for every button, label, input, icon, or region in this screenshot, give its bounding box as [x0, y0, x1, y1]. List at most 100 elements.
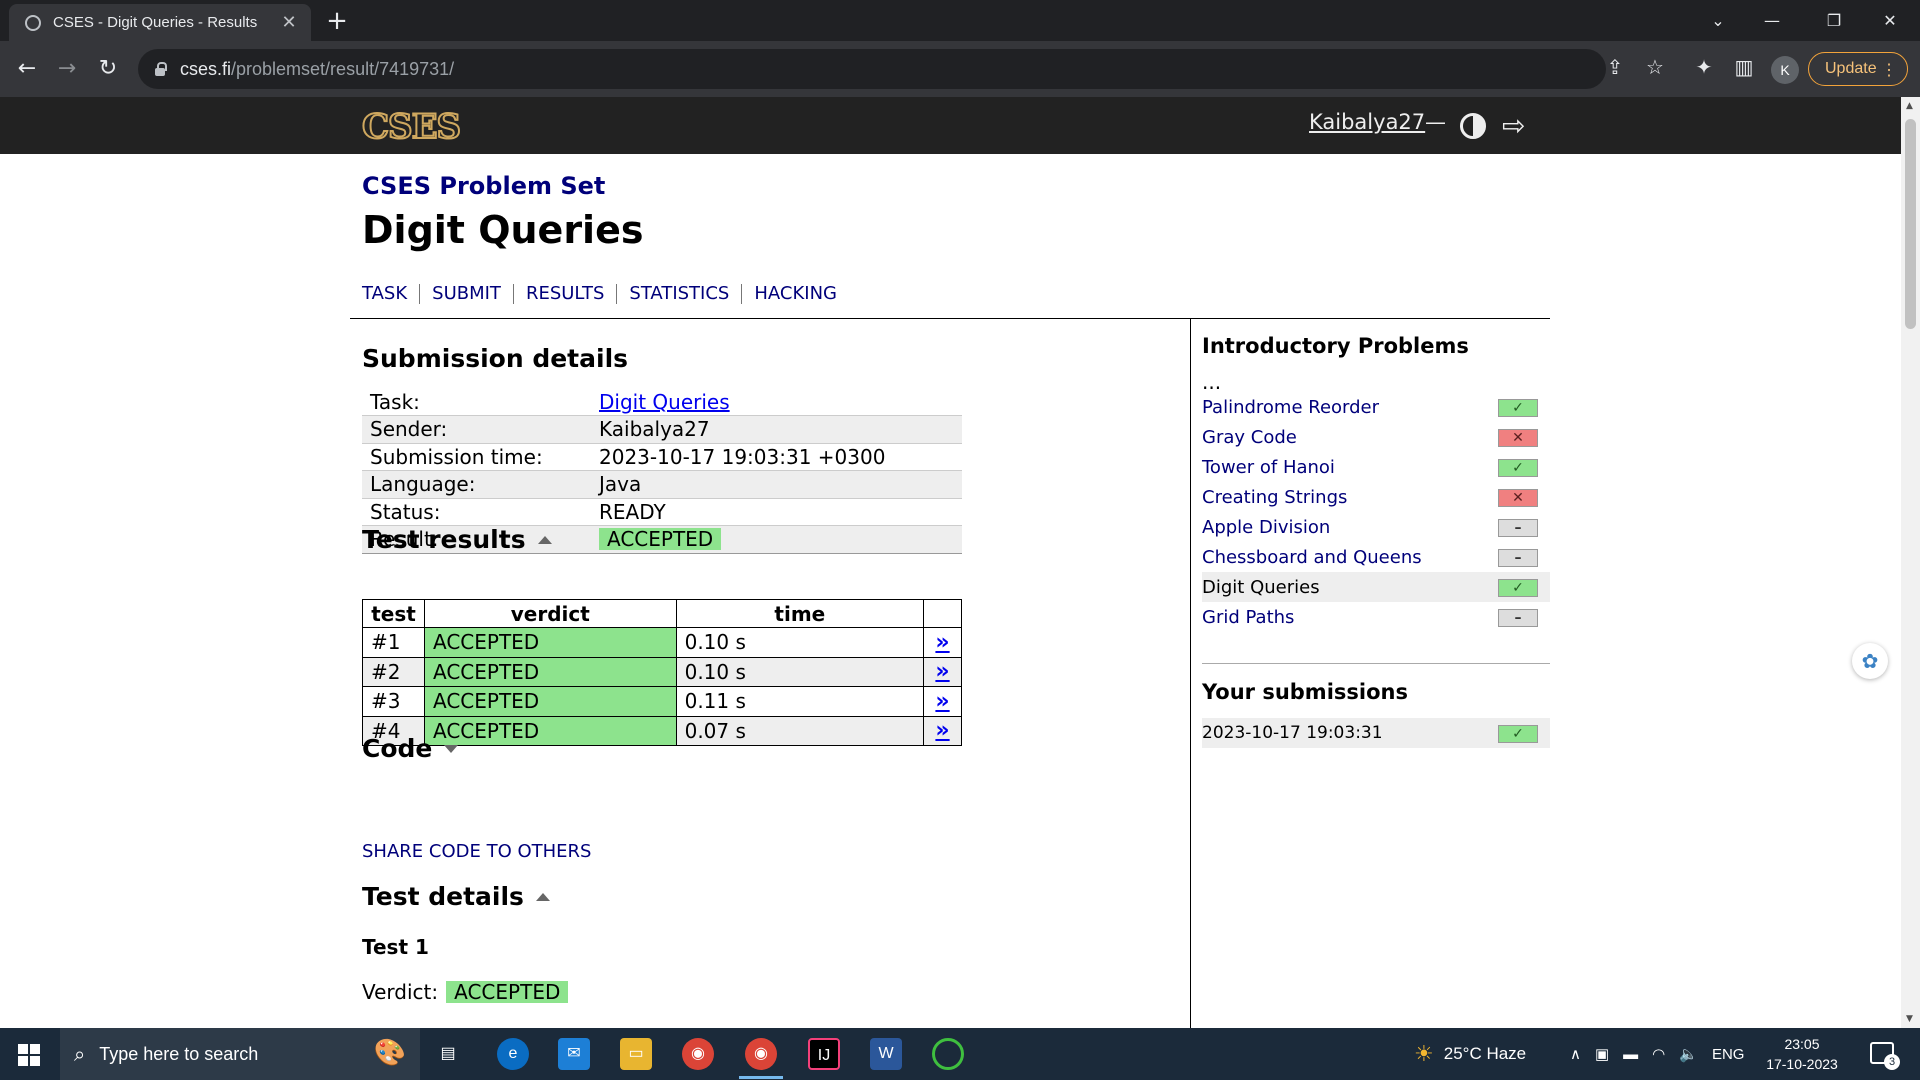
submission-time-link[interactable]: 2023-10-17 19:03:31 — [1202, 723, 1383, 743]
assistant-extension-icon[interactable]: ✿ — [1852, 643, 1888, 679]
site-header: CSES Kaibalya27 — ⇨ — [0, 97, 1901, 154]
word-icon[interactable]: W — [870, 1038, 902, 1070]
windows-start-icon[interactable] — [18, 1044, 40, 1066]
user-profile-link[interactable]: Kaibalya27 — [1309, 110, 1425, 134]
forward-icon[interactable]: → — [52, 54, 82, 84]
wifi-icon[interactable]: ◠ — [1652, 1045, 1665, 1063]
problem-link[interactable]: Palindrome Reorder — [1202, 397, 1379, 418]
scrollbar-thumb[interactable] — [1905, 119, 1916, 329]
side-panel-icon[interactable]: ▥ — [1730, 55, 1758, 79]
task-view-icon[interactable]: ▤ — [432, 1038, 464, 1070]
tab-results[interactable]: RESULTS — [512, 284, 616, 304]
dark-mode-toggle-icon[interactable] — [1460, 113, 1486, 139]
sidebar-section-title: Introductory Problems — [1202, 334, 1469, 358]
test-details-heading-text: Test details — [362, 882, 524, 911]
list-item[interactable]: Apple Division – — [1202, 512, 1550, 542]
submission-list-item[interactable]: 2023-10-17 19:03:31 ✓ — [1202, 718, 1550, 748]
close-window-button[interactable]: ✕ — [1860, 0, 1920, 41]
cses-logo[interactable]: CSES — [361, 109, 462, 145]
restore-button[interactable]: ❐ — [1804, 0, 1864, 41]
problemset-link[interactable]: CSES Problem Set — [362, 172, 605, 200]
list-item[interactable]: Grid Paths – — [1202, 602, 1550, 632]
notification-count: 3 — [1884, 1054, 1900, 1070]
detail-value: Kaibalya27 — [591, 415, 962, 444]
tray-overflow-icon[interactable]: ∧ — [1570, 1045, 1581, 1063]
list-item[interactable]: Palindrome Reorder ✓ — [1202, 392, 1550, 422]
list-item[interactable]: Gray Code ✕ — [1202, 422, 1550, 452]
test-details-link[interactable]: » — [923, 715, 962, 746]
code-toggle[interactable]: Code — [362, 734, 459, 763]
taskbar-clock[interactable]: 23:05 17-10-2023 — [1762, 1034, 1842, 1074]
problem-link[interactable]: Digit Queries — [1202, 577, 1320, 598]
mail-icon[interactable]: ✉ — [558, 1038, 590, 1070]
detail-label: Submission time: — [362, 443, 591, 471]
collapse-caret-icon — [535, 892, 550, 901]
file-explorer-icon[interactable]: ▭ — [620, 1038, 652, 1070]
logout-icon[interactable]: ⇨ — [1502, 109, 1525, 142]
taskbar-search-box[interactable]: ⌕ Type here to search 🎨 — [60, 1028, 420, 1080]
test-results-toggle[interactable]: Test results — [362, 525, 552, 554]
tab-close-icon[interactable]: ✕ — [279, 12, 299, 33]
profile-avatar[interactable]: K — [1771, 56, 1799, 84]
browser-tab-active[interactable]: CSES - Digit Queries - Results ✕ — [9, 4, 311, 41]
detail-label: Status: — [362, 498, 591, 526]
list-item[interactable]: Chessboard and Queens – — [1202, 542, 1550, 572]
tab-statistics[interactable]: STATISTICS — [616, 284, 741, 304]
task-link[interactable]: Digit Queries — [599, 390, 730, 414]
back-icon[interactable]: ← — [12, 54, 42, 84]
test-details-link[interactable]: » — [923, 686, 962, 717]
tab-title: CSES - Digit Queries - Results — [53, 14, 258, 31]
page-scrollbar[interactable]: ▲ ▼ — [1901, 97, 1920, 1028]
scroll-up-icon[interactable]: ▲ — [1906, 101, 1913, 111]
verdict-label: Verdict: — [362, 980, 439, 1004]
chrome-profile-icon[interactable]: ◉ — [745, 1038, 777, 1070]
tab-task[interactable]: TASK — [362, 284, 419, 304]
minimize-button[interactable]: — — [1742, 0, 1802, 41]
list-item-current[interactable]: Digit Queries ✓ — [1202, 572, 1550, 602]
scroll-down-icon[interactable]: ▼ — [1906, 1014, 1913, 1024]
share-code-link[interactable]: SHARE CODE TO OTHERS — [362, 841, 591, 862]
extensions-icon[interactable]: ✦ — [1690, 55, 1718, 79]
tab-submit[interactable]: SUBMIT — [419, 284, 513, 304]
problem-link[interactable]: Apple Division — [1202, 517, 1330, 538]
test-details-link[interactable]: » — [923, 627, 962, 658]
list-item[interactable]: Tower of Hanoi ✓ — [1202, 452, 1550, 482]
chrome-icon[interactable]: ◉ — [682, 1038, 714, 1070]
tab-search-dropdown-icon[interactable]: ⌄ — [1688, 0, 1748, 41]
bookmark-star-icon[interactable]: ☆ — [1641, 55, 1669, 79]
share-icon[interactable]: ⇪ — [1601, 55, 1629, 79]
dash-icon: – — [1498, 549, 1538, 567]
problem-link[interactable]: Creating Strings — [1202, 487, 1347, 508]
lock-icon[interactable] — [154, 62, 167, 76]
intellij-icon[interactable]: IJ — [808, 1038, 840, 1070]
code-heading-text: Code — [362, 734, 433, 763]
table-row: #3 ACCEPTED 0.11 s » — [362, 686, 962, 717]
weather-widget[interactable]: ☀ 25°C Haze — [1414, 1028, 1526, 1080]
cross-icon: ✕ — [1498, 489, 1538, 507]
notifications-icon[interactable]: 3 — [1870, 1042, 1900, 1070]
test-details-toggle[interactable]: Test details — [362, 882, 550, 911]
test-verdict: ACCEPTED — [423, 686, 677, 717]
meet-now-icon[interactable]: ▣ — [1595, 1045, 1609, 1063]
input-language[interactable]: ENG — [1712, 1046, 1745, 1063]
problem-link[interactable]: Chessboard and Queens — [1202, 547, 1422, 568]
test-1-heading: Test 1 — [362, 935, 429, 959]
update-button[interactable]: Update ⋮ — [1808, 52, 1908, 86]
reload-icon[interactable]: ↻ — [93, 54, 123, 84]
test-details-link[interactable]: » — [923, 656, 962, 687]
loading-app-icon[interactable] — [932, 1038, 964, 1070]
volume-icon[interactable]: 🔈 — [1679, 1045, 1698, 1063]
problem-link[interactable]: Tower of Hanoi — [1202, 457, 1335, 478]
new-tab-button[interactable]: + — [322, 6, 352, 36]
detail-label: Language: — [362, 470, 591, 499]
list-item[interactable]: Creating Strings ✕ — [1202, 482, 1550, 512]
address-bar[interactable]: cses.fi /problemset/result/7419731/ — [138, 49, 1606, 89]
test-verdict: ACCEPTED — [423, 715, 677, 746]
problem-link[interactable]: Grid Paths — [1202, 607, 1294, 628]
tabs-divider — [350, 318, 1550, 319]
problem-link[interactable]: Gray Code — [1202, 427, 1297, 448]
edge-icon[interactable]: e — [497, 1038, 529, 1070]
battery-icon[interactable]: ▬ — [1623, 1046, 1638, 1063]
column-header-verdict: verdict — [423, 599, 677, 628]
tab-hacking[interactable]: HACKING — [741, 284, 849, 304]
